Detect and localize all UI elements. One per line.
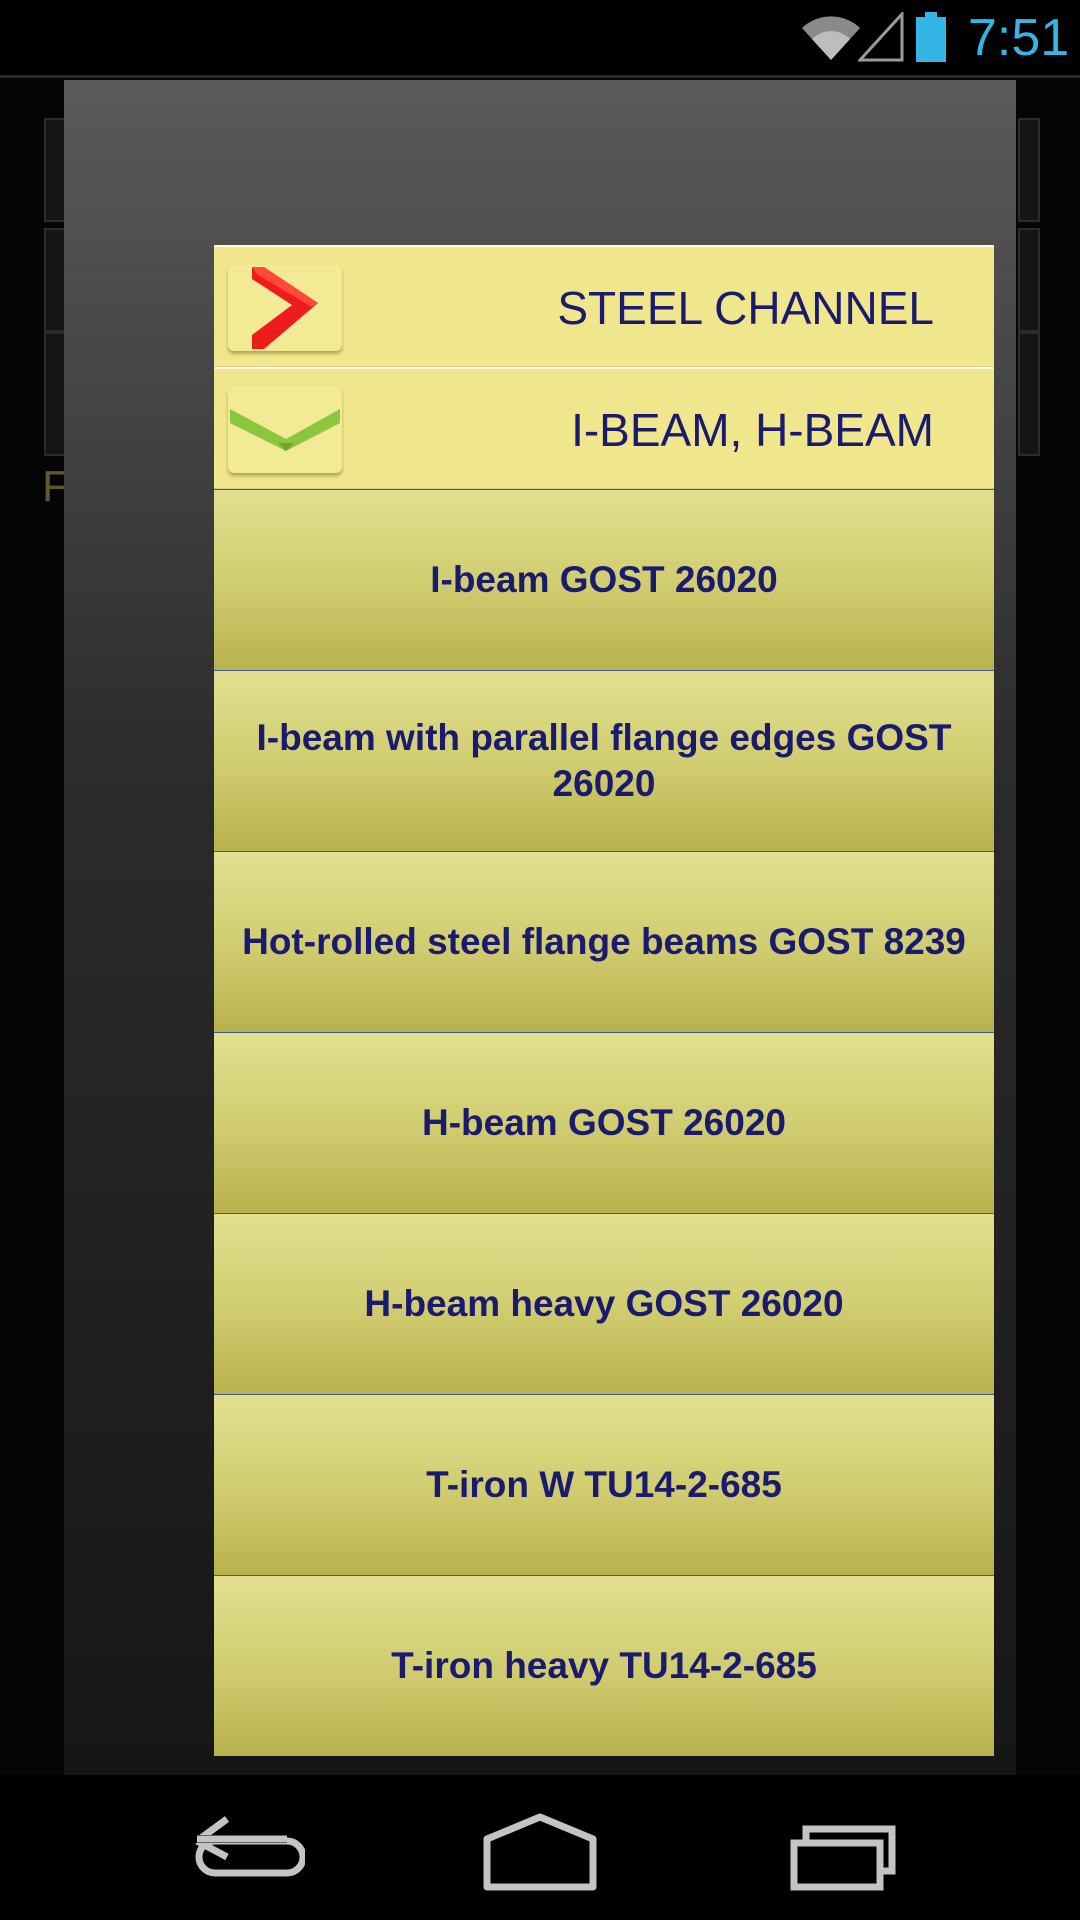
- list-item[interactable]: Hot-rolled steel flange beams GOST 8239: [214, 851, 994, 1032]
- group-header-steel-channel[interactable]: STEEL CHANNEL: [214, 245, 994, 367]
- battery-icon: [916, 12, 946, 62]
- chevron-down-icon: [230, 409, 340, 451]
- list-item-label: I-beam GOST 26020: [430, 559, 778, 600]
- list-item-label: T-iron W TU14-2-685: [426, 1464, 782, 1505]
- list-item-label: H-beam heavy GOST 26020: [364, 1283, 844, 1324]
- recents-icon[interactable]: [780, 1805, 910, 1895]
- expand-steel-channel-button[interactable]: [228, 265, 342, 351]
- group-header-i-beam-h-beam[interactable]: I-BEAM, H-BEAM: [214, 367, 994, 489]
- collapse-i-beam-button[interactable]: [228, 387, 342, 473]
- clock: 7:51: [968, 9, 1070, 67]
- list-item[interactable]: T-iron heavy TU14-2-685: [214, 1575, 994, 1756]
- background-left-strip: [44, 228, 66, 332]
- background-right-strip: [1018, 228, 1040, 332]
- list-item[interactable]: I-beam GOST 26020: [214, 489, 994, 670]
- list-item[interactable]: H-beam heavy GOST 26020: [214, 1213, 994, 1394]
- group-header-label: I-BEAM, H-BEAM: [571, 404, 934, 456]
- profile-list: STEEL CHANNEL I-BEAM, H-BEAM I-beam GOST…: [214, 245, 994, 1756]
- background-left-strip: [44, 332, 66, 456]
- wifi-icon: [802, 16, 860, 60]
- background-right-strip: [1018, 332, 1040, 456]
- navigation-bar: [0, 1775, 1080, 1920]
- list-item[interactable]: T-iron W TU14-2-685: [214, 1394, 994, 1575]
- list-item-label: I-beam with parallel flange edges GOST 2…: [256, 717, 952, 804]
- background-left-strip: [44, 118, 66, 222]
- list-item-label: T-iron heavy TU14-2-685: [391, 1645, 817, 1686]
- list-item[interactable]: H-beam GOST 26020: [214, 1032, 994, 1213]
- chevron-right-icon: [252, 267, 318, 349]
- list-item[interactable]: I-beam with parallel flange edges GOST 2…: [214, 670, 994, 851]
- background-right-strip: [1018, 118, 1040, 222]
- back-icon[interactable]: [175, 1805, 305, 1895]
- cell-signal-icon: [858, 12, 904, 62]
- profile-picker-dialog: STEEL CHANNEL I-BEAM, H-BEAM I-beam GOST…: [64, 80, 1016, 1775]
- list-item-label: H-beam GOST 26020: [422, 1102, 786, 1143]
- group-header-label: STEEL CHANNEL: [557, 282, 934, 334]
- list-item-label: Hot-rolled steel flange beams GOST 8239: [242, 921, 966, 962]
- home-icon[interactable]: [475, 1805, 605, 1895]
- status-bar: 7:51: [0, 0, 1080, 75]
